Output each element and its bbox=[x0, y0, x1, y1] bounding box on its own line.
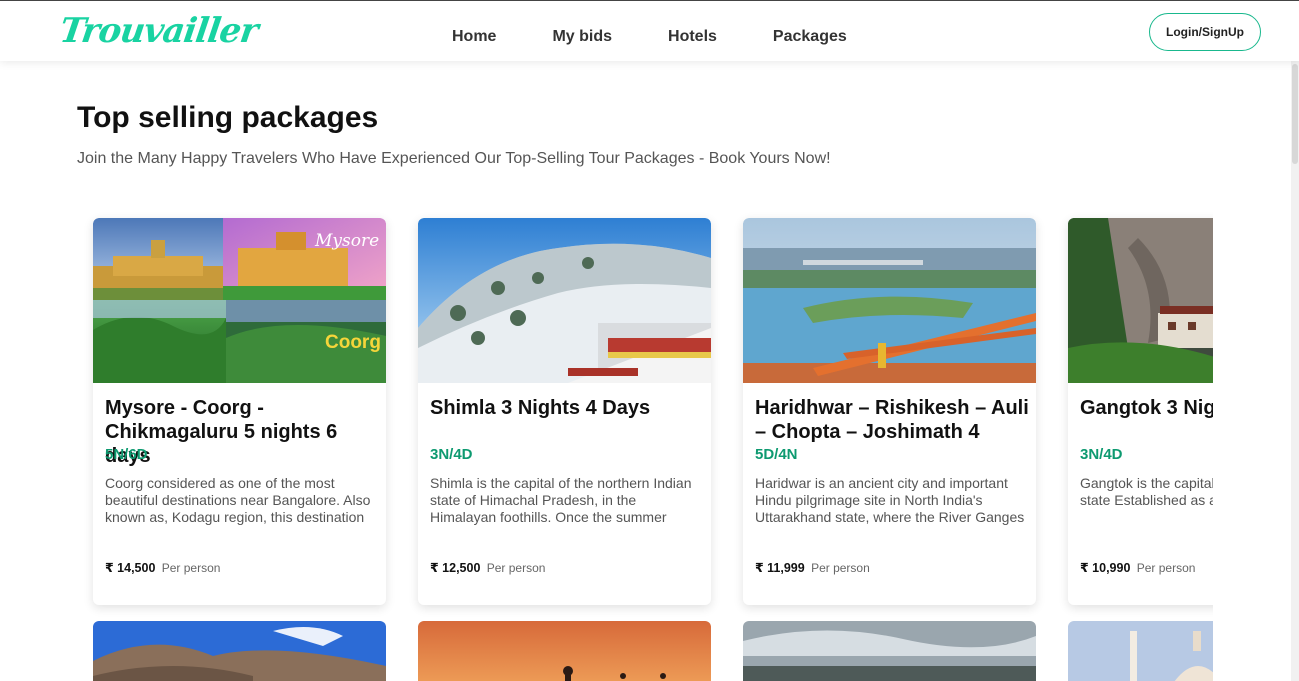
package-duration: 3N/4D bbox=[430, 446, 473, 463]
section-subtitle: Join the Many Happy Travelers Who Have E… bbox=[77, 150, 831, 167]
package-image: Mysore Coorg bbox=[93, 218, 386, 383]
package-description: Shimla is the capital of the northern In… bbox=[430, 475, 692, 525]
package-card-image-partial[interactable] bbox=[1068, 621, 1213, 681]
price-amount: ₹ 11,999 bbox=[755, 561, 805, 575]
package-image bbox=[1068, 218, 1213, 383]
price-amount: ₹ 10,990 bbox=[1080, 561, 1131, 575]
package-title: Shimla 3 Nights 4 Days bbox=[430, 397, 651, 419]
package-card[interactable]: Gangtok 3 Nights 3N/4D Gangtok is the ca… bbox=[1068, 218, 1213, 605]
main-nav: Home My bids Hotels Packages bbox=[452, 27, 903, 47]
package-card-image-partial[interactable] bbox=[418, 621, 711, 681]
package-image bbox=[743, 218, 1036, 383]
package-card[interactable]: Haridhwar – Rishikesh – Auli – Chopta – … bbox=[743, 218, 1036, 605]
package-card[interactable]: Mysore Coorg Mysore - Coorg - Chikmagalu… bbox=[93, 218, 386, 605]
brand-logo[interactable]: Trouvailler bbox=[57, 11, 260, 51]
top-navbar: Trouvailler Home My bids Hotels Packages… bbox=[0, 0, 1299, 61]
package-description: Haridwar is an ancient city and importan… bbox=[755, 475, 1025, 525]
nav-home[interactable]: Home bbox=[452, 27, 496, 47]
coorg-image-label: Coorg bbox=[325, 332, 381, 353]
section-title: Top selling packages bbox=[77, 101, 379, 134]
package-duration: 3N/4D bbox=[1080, 446, 1123, 463]
price-unit: Per person bbox=[486, 561, 546, 575]
package-title: Haridhwar – Rishikesh – Auli – Chopta – … bbox=[755, 397, 1029, 443]
package-duration: 5D/4N bbox=[755, 446, 798, 463]
package-price: ₹ 14,500 Per person bbox=[105, 560, 220, 575]
package-card-image-partial[interactable] bbox=[93, 621, 386, 681]
package-title: Gangtok 3 Nights bbox=[1080, 397, 1213, 419]
price-unit: Per person bbox=[811, 561, 870, 575]
nav-hotels[interactable]: Hotels bbox=[668, 27, 717, 47]
package-card[interactable]: Shimla 3 Nights 4 Days 3N/4D Shimla is t… bbox=[418, 218, 711, 605]
price-unit: Per person bbox=[1136, 561, 1196, 575]
package-duration: 5N/6D bbox=[105, 446, 148, 463]
package-price: ₹ 12,500 Per person bbox=[430, 560, 545, 575]
mysore-image-label: Mysore bbox=[314, 231, 379, 251]
package-price: ₹ 11,999 Per person bbox=[755, 560, 870, 575]
package-price: ₹ 10,990 Per person bbox=[1080, 560, 1195, 575]
price-unit: Per person bbox=[161, 561, 221, 575]
package-image bbox=[418, 218, 711, 383]
package-description: Gangtok is the capital of the northern I… bbox=[1080, 475, 1213, 508]
package-description: Coorg considered as one of the most beau… bbox=[105, 475, 371, 525]
nav-packages[interactable]: Packages bbox=[773, 27, 847, 47]
scrollbar-thumb[interactable] bbox=[1292, 64, 1298, 164]
package-card-image-partial[interactable] bbox=[743, 621, 1036, 681]
price-amount: ₹ 12,500 bbox=[430, 561, 481, 575]
login-signup-button[interactable]: Login/SignUp bbox=[1149, 13, 1261, 51]
nav-my-bids[interactable]: My bids bbox=[552, 27, 612, 47]
price-amount: ₹ 14,500 bbox=[105, 561, 156, 575]
packages-carousel: Mysore Coorg Mysore - Coorg - Chikmagalu… bbox=[80, 205, 1213, 681]
